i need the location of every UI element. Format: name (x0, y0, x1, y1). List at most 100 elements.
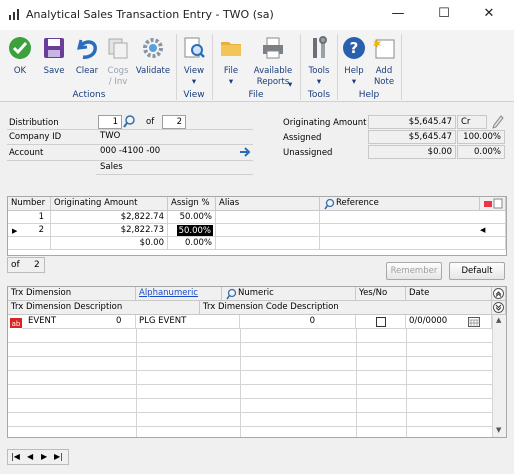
collapse-header (492, 287, 506, 301)
grid-cell-alias[interactable] (216, 211, 320, 224)
save-icon (44, 38, 64, 58)
grid-cell-dimension-num: 0 (116, 316, 122, 326)
save-button[interactable]: Save (40, 36, 68, 77)
svg-text:?: ? (350, 39, 359, 57)
record-count: of 2 (7, 257, 45, 273)
view-button[interactable]: View ▾ (181, 36, 207, 88)
help-dropdown-icon: ▾ (351, 77, 357, 87)
ribbon-separator (212, 34, 213, 100)
grid-cell-number[interactable]: 1 (8, 211, 51, 224)
grid-cell-reference[interactable] (320, 237, 506, 250)
help-icon: ? (343, 37, 365, 59)
last-record-icon[interactable]: ▶| (54, 452, 63, 461)
grid-header-numeric[interactable]: Numeric (222, 287, 356, 301)
previous-record-icon[interactable]: ◀ (27, 452, 33, 461)
grid-cell-amount[interactable]: $0.00 (51, 237, 168, 250)
grid-header-assign-pct[interactable]: Assign % (168, 197, 216, 211)
next-record-icon[interactable]: ▶ (41, 452, 47, 461)
unassigned-label: Unassigned (283, 148, 333, 158)
grid-cell-reference[interactable] (320, 211, 506, 224)
account-field[interactable]: 000 -4100 -00 (100, 145, 235, 159)
company-id-value: TWO (100, 131, 121, 141)
clear-button[interactable]: Clear (72, 36, 102, 77)
distribution-label: Distribution (9, 118, 59, 128)
grid-header-alphanumeric[interactable]: Alphanumeric (136, 287, 222, 301)
expand-header (492, 301, 506, 315)
folder-icon (221, 42, 241, 56)
lookup-icon[interactable] (324, 198, 335, 210)
help-button[interactable]: ? Help ▾ (341, 36, 367, 88)
tools-button[interactable]: Tools ▾ (305, 36, 333, 88)
grid-cell-alias[interactable] (216, 237, 320, 250)
ribbon-separator (300, 34, 301, 100)
arrow-right-icon[interactable] (239, 146, 251, 158)
grid-cell-pct-container[interactable]: 50.00% (168, 224, 216, 237)
grid-header-alias[interactable]: Alias (216, 197, 320, 211)
grid-options-icon[interactable] (483, 198, 503, 209)
grid-cell-number[interactable]: 2 (8, 224, 51, 237)
grid-header-yes-no[interactable]: Yes/No (356, 287, 406, 301)
grid-cell-pct[interactable]: 50.00% (168, 211, 216, 224)
dimension-grid: Trx Dimension Alphanumeric Numeric Yes/N… (7, 286, 507, 438)
grid-header-trx-dim-desc[interactable]: Trx Dimension Description (8, 301, 200, 315)
of-label: of (146, 117, 155, 127)
grid-cell-amount[interactable]: $2,822.73 (51, 224, 168, 237)
grid-cell-amount[interactable]: $2,822.74 (51, 211, 168, 224)
grid-header-date[interactable]: Date (406, 287, 492, 301)
file-dropdown-icon: ▾ (228, 77, 234, 87)
printer-icon (263, 37, 283, 59)
grid-cell-pct[interactable]: 0.00% (168, 237, 216, 250)
default-button[interactable]: Default (449, 262, 505, 280)
empty-rows (8, 329, 492, 437)
remember-button[interactable]: Remember (386, 262, 442, 280)
expand-arrow-icon[interactable]: ◀ (480, 226, 485, 234)
col-line (136, 329, 137, 437)
grid-cell-number[interactable] (8, 237, 51, 250)
lookup-icon[interactable] (123, 115, 135, 128)
ok-button[interactable]: OK (6, 36, 34, 77)
lookup-icon[interactable] (226, 288, 237, 300)
alphanumeric-type-icon: ab (10, 318, 22, 328)
grid-header-reference[interactable]: Reference (320, 197, 480, 211)
maximize-icon[interactable]: ☐ (434, 6, 454, 21)
grid-cell-alias[interactable] (216, 224, 320, 237)
group-tools-label: Tools (307, 90, 331, 100)
group-help-label: Help (358, 90, 380, 100)
grid-header-trx-dimension[interactable]: Trx Dimension (8, 287, 136, 301)
available-reports-button[interactable]: Available Reports ▾ (250, 36, 296, 90)
expand-icon[interactable] (493, 302, 504, 313)
company-id-label: Company ID (9, 132, 62, 142)
grid-cell-alphanumeric[interactable]: PLG EVENT (136, 315, 240, 329)
grid-header-number[interactable]: Number (8, 197, 51, 211)
cogs-inv-button[interactable]: Cogs / Inv (104, 36, 132, 88)
grid-cell-reference[interactable] (320, 224, 506, 237)
svg-text:ab: ab (12, 320, 21, 328)
minimize-icon[interactable]: — (388, 6, 408, 21)
scrollbar[interactable]: ▲ ▼ (492, 315, 506, 437)
distribution-input[interactable]: 1 (98, 115, 122, 129)
group-view-label: View (183, 90, 205, 100)
edit-icon[interactable] (492, 115, 504, 129)
col-line (240, 329, 241, 437)
close-icon[interactable]: ✕ (479, 6, 499, 21)
yes-no-checkbox[interactable] (375, 317, 386, 327)
calendar-icon[interactable] (468, 317, 480, 327)
divider (96, 174, 253, 175)
tools-icon (313, 36, 327, 58)
title-bar: Analytical Sales Transaction Entry - TWO… (0, 0, 514, 30)
grid-header-originating-amount[interactable]: Originating Amount (51, 197, 168, 211)
collapse-icon[interactable] (493, 288, 504, 299)
gear-icon (143, 38, 163, 58)
grid-cell-pct-selected[interactable]: 50.00% (176, 225, 213, 236)
add-note-button[interactable]: Add Note (370, 36, 398, 88)
validate-button[interactable]: Validate (135, 36, 171, 77)
grid-header-trx-dim-code-desc[interactable]: Trx Dimension Code Description (200, 301, 492, 315)
file-button[interactable]: File ▾ (218, 36, 244, 88)
originating-amount-label: Originating Amount (283, 118, 367, 128)
divider (7, 129, 253, 130)
unassigned-value: $0.00 (368, 145, 456, 159)
first-record-icon[interactable]: |◀ (11, 452, 20, 461)
grid-cell-numeric[interactable]: 0 (240, 315, 356, 329)
scroll-up-icon[interactable]: ▲ (496, 316, 501, 324)
scroll-down-icon[interactable]: ▼ (496, 426, 501, 434)
